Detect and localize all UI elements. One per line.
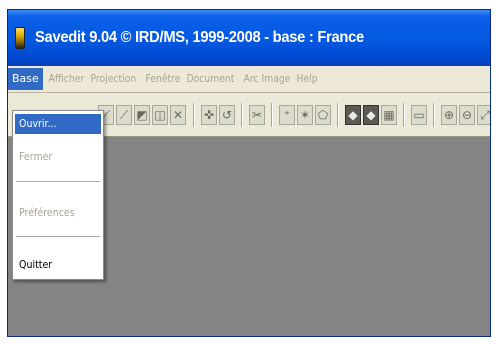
app-window: Savedit 9.04 © IRD/MS, 1999-2008 - base … — [7, 9, 491, 337]
title-bar[interactable]: Savedit 9.04 © IRD/MS, 1999-2008 - base … — [8, 10, 490, 66]
draw-tool-icon[interactable]: ⟋ — [116, 105, 132, 125]
toolbar-separator — [271, 103, 273, 127]
toolbar-separator — [433, 103, 435, 127]
menu-item-ouvrir[interactable]: Ouvrir... — [15, 114, 101, 134]
cut-icon[interactable]: ✂ — [249, 105, 265, 125]
app-icon[interactable] — [15, 27, 25, 49]
pan-icon[interactable]: ⤢ — [477, 105, 490, 125]
menu-item-fermer: Fermer — [15, 147, 101, 167]
star-icon[interactable]: ✶ — [297, 105, 313, 125]
zoom-in-icon[interactable]: ⊕ — [441, 105, 457, 125]
menu-item-label: Préférences — [19, 206, 75, 219]
menu-item-label: Fermer — [19, 150, 53, 163]
zoom-out-icon[interactable]: ⊖ — [459, 105, 475, 125]
toolbar-separator — [337, 103, 339, 127]
menu-separator — [16, 236, 100, 237]
node-tool-icon[interactable]: ✜ — [201, 105, 217, 125]
toolbar-separator — [193, 103, 195, 127]
menu-fenetre[interactable]: Fenêtre — [143, 68, 183, 90]
erase-tool-icon[interactable]: ◫ — [152, 105, 168, 125]
toolbar-separator — [241, 103, 243, 127]
menu-projection[interactable]: Projection — [88, 68, 139, 90]
polygon-icon[interactable]: ⬠ — [315, 105, 331, 125]
window-title: Savedit 9.04 © IRD/MS, 1999-2008 - base … — [35, 29, 364, 46]
menu-image[interactable]: Image — [259, 68, 293, 90]
toolbar-separator — [403, 103, 405, 127]
menu-base[interactable]: Base — [8, 68, 43, 90]
undo-icon[interactable]: ↺ — [219, 105, 235, 125]
frame-icon[interactable]: ▭ — [411, 105, 427, 125]
menu-item-label: Quitter — [19, 258, 53, 271]
base-menu-dropdown: Ouvrir... Fermer Préférences Quitter — [12, 110, 104, 280]
fill-icon[interactable]: ◆ — [345, 105, 361, 125]
menu-document[interactable]: Document — [184, 68, 237, 90]
menu-separator — [16, 181, 100, 182]
menu-afficher[interactable]: Afficher — [46, 68, 87, 90]
grid-icon[interactable]: ▦ — [381, 105, 397, 125]
pin-icon[interactable]: ⁺ — [279, 105, 295, 125]
select-tool-icon[interactable]: ◩ — [134, 105, 150, 125]
region-icon[interactable]: ◆ — [363, 105, 379, 125]
menu-help[interactable]: Help — [294, 68, 320, 90]
delete-tool-icon[interactable]: ✕ — [170, 105, 186, 125]
menu-item-quitter[interactable]: Quitter — [15, 255, 101, 275]
menu-item-label: Ouvrir... — [19, 117, 57, 130]
menu-item-preferences: Préférences — [15, 203, 101, 223]
menu-bar: Base Afficher Projection Fenêtre Documen… — [8, 66, 490, 93]
